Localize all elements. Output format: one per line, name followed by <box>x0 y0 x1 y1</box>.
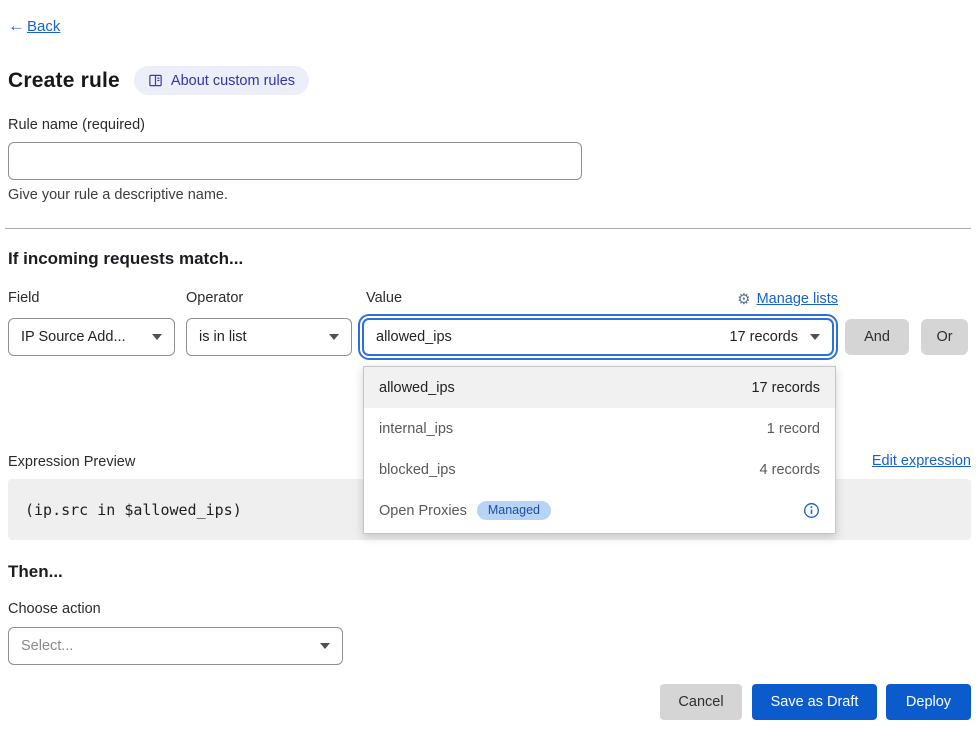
expression-code: (ip.src in $allowed_ips) <box>8 501 242 519</box>
rule-name-helper: Give your rule a descriptive name. <box>8 187 228 203</box>
expression-preview-label: Expression Preview <box>8 454 135 470</box>
operator-label: Operator <box>186 290 243 306</box>
chevron-down-icon <box>152 334 162 340</box>
list-item-blocked-ips[interactable]: blocked_ips 4 records <box>364 449 835 490</box>
then-section-heading: Then... <box>8 562 63 582</box>
action-select[interactable]: Select... <box>8 627 343 665</box>
rule-name-label: Rule name (required) <box>8 117 145 133</box>
save-as-draft-button[interactable]: Save as Draft <box>752 684 877 720</box>
action-select-placeholder: Select... <box>21 638 73 654</box>
and-button[interactable]: And <box>845 319 909 355</box>
list-item-name: internal_ips <box>379 421 453 437</box>
list-item-meta: 17 records <box>751 380 820 396</box>
value-select-records: 17 records <box>729 329 798 345</box>
manage-lists-label[interactable]: Manage lists <box>757 291 838 307</box>
rule-name-input[interactable] <box>8 142 582 180</box>
page-title: Create rule <box>8 69 120 93</box>
value-dropdown-panel: allowed_ips 17 records internal_ips 1 re… <box>363 366 836 534</box>
back-link-label[interactable]: Back <box>27 18 60 35</box>
value-select[interactable]: allowed_ips 17 records <box>362 318 834 356</box>
value-select-value: allowed_ips <box>376 329 452 345</box>
section-divider <box>5 228 971 229</box>
list-item-allowed-ips[interactable]: allowed_ips 17 records <box>364 367 835 408</box>
book-icon <box>148 73 163 88</box>
about-badge-label: About custom rules <box>171 73 295 89</box>
list-item-internal-ips[interactable]: internal_ips 1 record <box>364 408 835 449</box>
info-icon[interactable] <box>803 502 820 519</box>
managed-badge: Managed <box>477 501 551 520</box>
back-link[interactable]: ←Back <box>8 16 60 36</box>
field-label: Field <box>8 290 39 306</box>
list-item-name: allowed_ips <box>379 380 455 396</box>
cancel-button[interactable]: Cancel <box>660 684 742 720</box>
list-item-name: blocked_ips <box>379 462 456 478</box>
list-item-name: Open Proxies <box>379 503 467 519</box>
choose-action-label: Choose action <box>8 601 101 617</box>
or-button[interactable]: Or <box>921 319 968 355</box>
title-row: Create rule About custom rules <box>8 66 309 95</box>
value-label: Value <box>366 290 402 306</box>
chevron-down-icon <box>320 643 330 649</box>
list-item-meta: 4 records <box>760 462 820 478</box>
list-item-open-proxies[interactable]: Open Proxies Managed <box>364 490 835 531</box>
match-section-heading: If incoming requests match... <box>8 249 243 269</box>
chevron-down-icon <box>810 334 820 340</box>
list-item-meta: 1 record <box>767 421 820 437</box>
about-custom-rules-badge[interactable]: About custom rules <box>134 66 309 95</box>
field-select[interactable]: IP Source Add... <box>8 318 175 356</box>
create-rule-page: ←Back Create rule About custom rules Rul… <box>0 0 979 739</box>
manage-lists-link[interactable]: ⚙ Manage lists <box>737 290 838 308</box>
edit-expression-link[interactable]: Edit expression <box>872 453 971 469</box>
chevron-down-icon <box>329 334 339 340</box>
back-arrow-icon: ← <box>8 16 25 36</box>
gear-icon: ⚙ <box>737 290 750 308</box>
operator-select-value: is in list <box>199 329 247 345</box>
field-select-value: IP Source Add... <box>21 329 126 345</box>
deploy-button[interactable]: Deploy <box>886 684 971 720</box>
operator-select[interactable]: is in list <box>186 318 352 356</box>
